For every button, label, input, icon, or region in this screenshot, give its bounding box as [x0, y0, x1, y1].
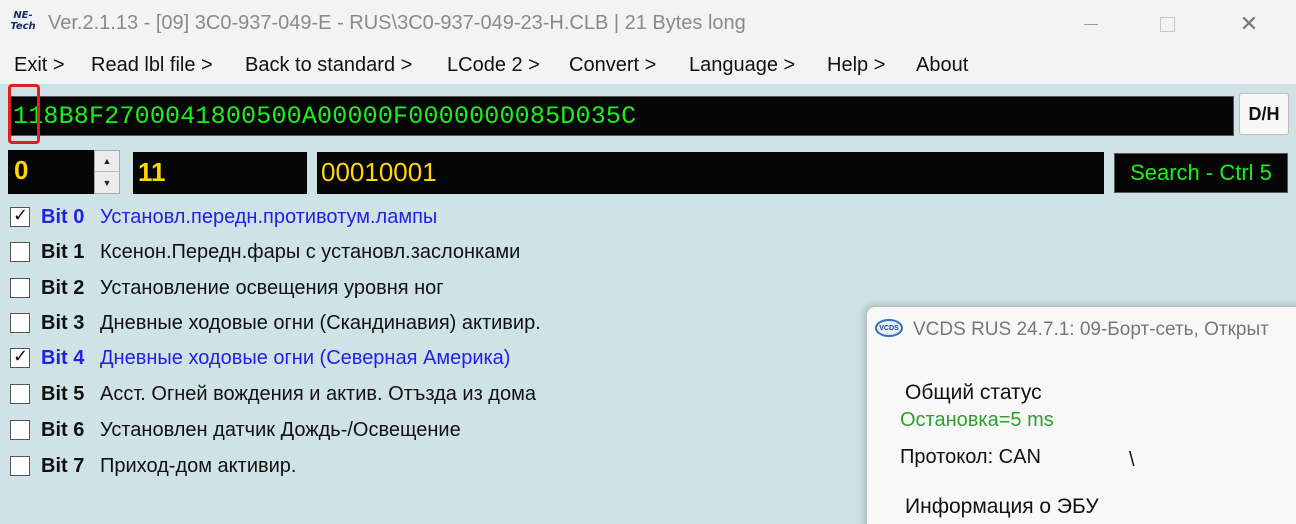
- bit-checkbox[interactable]: [10, 346, 30, 368]
- minimize-icon: [1084, 23, 1098, 25]
- coding-hex-field[interactable]: 118B8F2700041800500A00000F0000000085D035…: [8, 96, 1234, 136]
- bit-label: Ксенон.Передн.фары с установл.заслонками: [100, 240, 521, 263]
- bit-checkbox[interactable]: [10, 313, 30, 333]
- bit-checkbox[interactable]: [10, 205, 30, 227]
- byte-index-spinner: ▲ ▼: [94, 150, 120, 194]
- vcds-status-value: Остановка=5 ms: [900, 409, 1054, 431]
- byte-hex-field[interactable]: 11: [133, 152, 307, 194]
- bit-row-1[interactable]: Bit 1 Ксенон.Передн.фары с установл.засл…: [10, 237, 520, 267]
- maximize-icon: [1159, 16, 1175, 32]
- bit-number: Bit 5: [41, 382, 85, 405]
- menu-bar: Exit > Read lbl file > Back to standard …: [0, 48, 1296, 84]
- maximize-button[interactable]: [1144, 6, 1190, 42]
- menu-convert[interactable]: Convert >: [569, 54, 656, 77]
- bit-number: Bit 0: [41, 205, 85, 228]
- decimal-hex-toggle-button[interactable]: D/H: [1239, 93, 1289, 135]
- minimize-button[interactable]: [1068, 6, 1114, 42]
- menu-exit[interactable]: Exit >: [14, 54, 65, 77]
- bit-row-6[interactable]: Bit 6 Установлен датчик Дождь-/Освещение: [10, 415, 461, 445]
- bit-checkbox[interactable]: [10, 278, 30, 298]
- bit-label: Приход-дом активир.: [100, 454, 297, 477]
- bit-label: Дневные ходовые огни (Скандинавия) актив…: [100, 311, 541, 334]
- bit-number: Bit 7: [41, 454, 85, 477]
- byte-index-field[interactable]: 0: [8, 150, 94, 194]
- bit-row-4[interactable]: Bit 4 Дневные ходовые огни (Северная Аме…: [10, 343, 510, 373]
- triangle-up-icon: ▲: [102, 156, 112, 166]
- bit-row-0[interactable]: Bit 0 Установл.передн.противотум.лампы: [10, 202, 437, 232]
- menu-lcode-2[interactable]: LCode 2 >: [447, 54, 540, 77]
- bit-number: Bit 4: [41, 346, 85, 369]
- menu-read-lbl-file[interactable]: Read lbl file >: [91, 54, 213, 77]
- app-logo-text: NE-Tech: [10, 10, 36, 32]
- bit-number: Bit 6: [41, 418, 85, 441]
- bit-checkbox[interactable]: [10, 384, 30, 404]
- vcds-window[interactable]: VCDS VCDS RUS 24.7.1: 09-Борт-сеть, Откр…: [866, 306, 1296, 524]
- vcds-app-icon: VCDS: [875, 319, 903, 337]
- window-title: Ver.2.1.13 - [09] 3C0-937-049-E - RUS\3C…: [48, 12, 746, 34]
- byte-selection-marker: [8, 84, 40, 144]
- menu-help[interactable]: Help >: [827, 54, 885, 77]
- spin-up-button[interactable]: ▲: [95, 151, 119, 172]
- title-bar: NE-Tech Ver.2.1.13 - [09] 3C0-937-049-E …: [0, 0, 1296, 48]
- search-button[interactable]: Search - Ctrl 5: [1114, 153, 1288, 193]
- vcds-activity-indicator: \: [1129, 449, 1135, 471]
- triangle-down-icon: ▼: [102, 177, 112, 188]
- vcds-status-heading: Общий статус: [905, 381, 1042, 404]
- bit-row-3[interactable]: Bit 3 Дневные ходовые огни (Скандинавия)…: [10, 308, 541, 338]
- bit-row-2[interactable]: Bit 2 Установление освещения уровня ног: [10, 273, 444, 303]
- menu-about[interactable]: About: [916, 54, 968, 77]
- close-icon: ✕: [1239, 11, 1259, 36]
- bit-checkbox[interactable]: [10, 420, 30, 440]
- app-logo: NE-Tech: [8, 10, 38, 36]
- bit-row-5[interactable]: Bit 5 Асст. Огней вождения и актив. Отъз…: [10, 379, 536, 409]
- vcds-window-title: VCDS RUS 24.7.1: 09-Борт-сеть, Открыт: [913, 319, 1269, 340]
- bit-label: Установл.передн.противотум.лампы: [100, 205, 438, 228]
- bit-checkbox[interactable]: [10, 242, 30, 262]
- bit-number: Bit 2: [41, 276, 85, 299]
- menu-language[interactable]: Language >: [689, 54, 795, 77]
- menu-back-to-standard[interactable]: Back to standard >: [245, 54, 412, 77]
- vcds-ecu-info-heading: Информация о ЭБУ: [905, 495, 1099, 518]
- bit-row-7[interactable]: Bit 7 Приход-дом активир.: [10, 451, 296, 481]
- bit-checkbox[interactable]: [10, 456, 30, 476]
- bit-label: Установлен датчик Дождь-/Освещение: [100, 418, 461, 441]
- bit-label: Асст. Огней вождения и актив. Отъзда из …: [100, 382, 536, 405]
- coding-hex-value: 118B8F2700041800500A00000F0000000085D035…: [13, 102, 637, 131]
- bit-label: Установление освещения уровня ног: [100, 276, 444, 299]
- vcds-protocol: Протокол: CAN: [900, 446, 1041, 468]
- close-button[interactable]: ✕: [1226, 6, 1272, 42]
- byte-binary-field[interactable]: 00010001: [317, 152, 1104, 194]
- bit-number: Bit 3: [41, 311, 85, 334]
- bit-number: Bit 1: [41, 240, 85, 263]
- spin-down-button[interactable]: ▼: [95, 172, 119, 193]
- bit-label: Дневные ходовые огни (Северная Америка): [100, 346, 511, 369]
